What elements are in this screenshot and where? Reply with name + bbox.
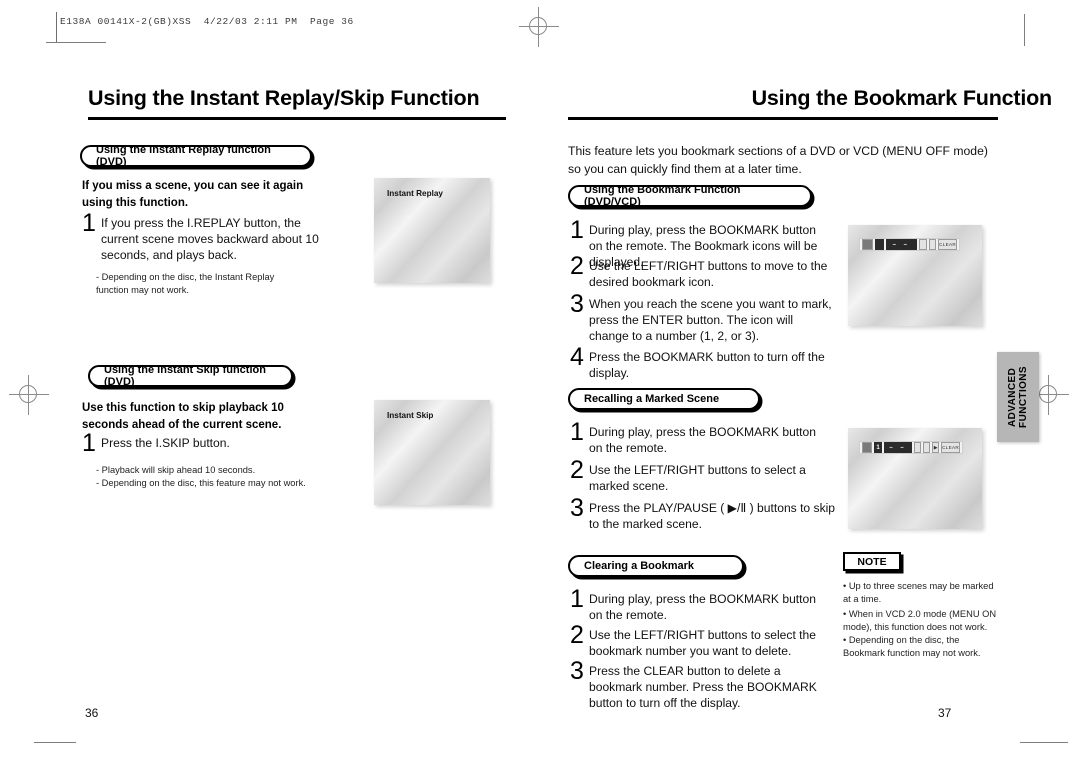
step-text: Press the BOOKMARK button to turn off th… — [589, 350, 825, 381]
note-item: • When in VCD 2.0 mode (MENU ON mode), t… — [843, 609, 997, 633]
osd-clear-button: CLEAR — [938, 239, 957, 250]
page-right: Using the Bookmark Function This feature… — [540, 0, 1080, 763]
page-number-left: 36 — [85, 706, 99, 720]
section-heading-recalling-marked-scene: Recalling a Marked Scene — [568, 388, 760, 410]
osd-play-icon: ▶ — [932, 442, 940, 453]
step-number: 1 — [570, 216, 584, 244]
screen-caption: Instant Replay — [387, 189, 443, 198]
step-number: 3 — [570, 290, 584, 318]
step-item: 1 During play, press the BOOKMARK button… — [570, 418, 832, 456]
step-item: 3 Press the PLAY/PAUSE ( ▶/Ⅱ ) buttons t… — [570, 494, 838, 532]
step-text: During play, press the BOOKMARK button o… — [589, 425, 816, 456]
step-text: If you press the I.REPLAY button, the cu… — [101, 216, 319, 263]
step-number: 2 — [570, 621, 584, 649]
osd-dashes: – – — [885, 239, 918, 250]
intro-paragraph: This feature lets you bookmark sections … — [568, 144, 988, 177]
step-item: 1 During play, press the BOOKMARK button… — [570, 585, 832, 623]
note-item: • Depending on the disc, the Bookmark fu… — [843, 635, 981, 659]
osd-bookmark-bar: – – CLEAR — [859, 238, 960, 251]
section-lead-instant-skip: Use this function to skip playback 10 se… — [82, 402, 284, 431]
osd-icon-a — [914, 442, 922, 453]
step-text: Press the CLEAR button to delete a bookm… — [589, 664, 817, 711]
step-item: 4 Press the BOOKMARK button to turn off … — [570, 343, 832, 381]
note-badge: NOTE — [843, 552, 901, 571]
page-number-right: 37 — [938, 706, 952, 720]
section-heading-clearing-bookmark: Clearing a Bookmark — [568, 555, 744, 577]
page-title-left: Using the Instant Replay/Skip Function — [88, 86, 480, 110]
step-text: During play, press the BOOKMARK button o… — [589, 592, 816, 623]
section-notes-instant-skip: - Playback will skip ahead 10 seconds. -… — [96, 465, 306, 489]
step-text: Press the I.SKIP button. — [101, 436, 230, 450]
step-text: Press the PLAY/PAUSE ( ▶/Ⅱ ) buttons to … — [589, 501, 836, 532]
osd-bookmark-bar: 1 – – ▶ CLEAR — [859, 441, 963, 454]
section-notes-instant-replay: - Depending on the disc, the Instant Rep… — [96, 272, 275, 296]
osd-bookmark-icon — [862, 239, 874, 250]
step-item: 1 Press the I.SKIP button. — [82, 429, 332, 457]
step-number: 1 — [82, 429, 96, 457]
osd-number-slot — [875, 239, 884, 250]
osd-clear-button: CLEAR — [941, 442, 960, 453]
step-number: 3 — [570, 657, 584, 685]
page-title-rule-left — [88, 117, 506, 120]
page-left: Using the Instant Replay/Skip Function U… — [0, 0, 540, 763]
section-lead-instant-replay: If you miss a scene, you can see it agai… — [82, 180, 304, 209]
section-heading-instant-replay: Using the Instant Replay function (DVD) — [80, 144, 312, 168]
step-number: 1 — [570, 418, 584, 446]
step-item: 2 Use the LEFT/RIGHT buttons to select a… — [570, 456, 832, 494]
step-number: 3 — [570, 494, 584, 522]
screen-mock-instant-skip: Instant Skip — [374, 400, 490, 505]
osd-bookmark-icon — [862, 442, 873, 453]
side-tab-label: ADVANCED FUNCTIONS — [1006, 366, 1029, 428]
page-title-right: Using the Bookmark Function — [751, 86, 1053, 110]
osd-dashes: – – — [883, 442, 913, 453]
step-text: Use the LEFT/RIGHT buttons to select the… — [589, 628, 816, 659]
side-tab-advanced-functions: ADVANCED FUNCTIONS — [997, 352, 1039, 442]
step-number: 1 — [570, 585, 584, 613]
step-text: When you reach the scene you want to mar… — [589, 297, 832, 344]
step-number: 1 — [82, 209, 96, 237]
section-heading-bookmark-function: Using the Bookmark Function (DVD/VCD) — [568, 184, 812, 208]
section-heading-instant-skip: Using the Instant Skip function (DVD) — [88, 364, 293, 388]
step-item: 1 If you press the I.REPLAY button, the … — [82, 209, 332, 264]
screen-mock-marked-scene: 1 – – ▶ CLEAR — [848, 428, 982, 529]
osd-icon-b — [923, 442, 931, 453]
osd-icon-a — [919, 239, 927, 250]
step-number: 2 — [570, 456, 584, 484]
page-title-rule-right — [568, 117, 998, 120]
step-item: 3 When you reach the scene you want to m… — [570, 290, 832, 345]
screen-caption: Instant Skip — [387, 411, 434, 420]
step-number: 2 — [570, 252, 584, 280]
note-item: • Up to three scenes may be marked at a … — [843, 581, 994, 605]
osd-icon-b — [928, 239, 937, 250]
step-item: 3 Press the CLEAR button to delete a boo… — [570, 657, 832, 712]
step-text: Use the LEFT/RIGHT buttons to move to th… — [589, 259, 828, 290]
step-text: Use the LEFT/RIGHT buttons to select a m… — [589, 463, 806, 494]
step-item: 2 Use the LEFT/RIGHT buttons to move to … — [570, 252, 832, 290]
screen-mock-bookmark-icons: – – CLEAR — [848, 225, 982, 326]
osd-number-slot: 1 — [874, 442, 882, 453]
step-item: 2 Use the LEFT/RIGHT buttons to select t… — [570, 621, 832, 659]
step-number: 4 — [570, 343, 584, 371]
screen-mock-instant-replay: Instant Replay — [374, 178, 490, 283]
